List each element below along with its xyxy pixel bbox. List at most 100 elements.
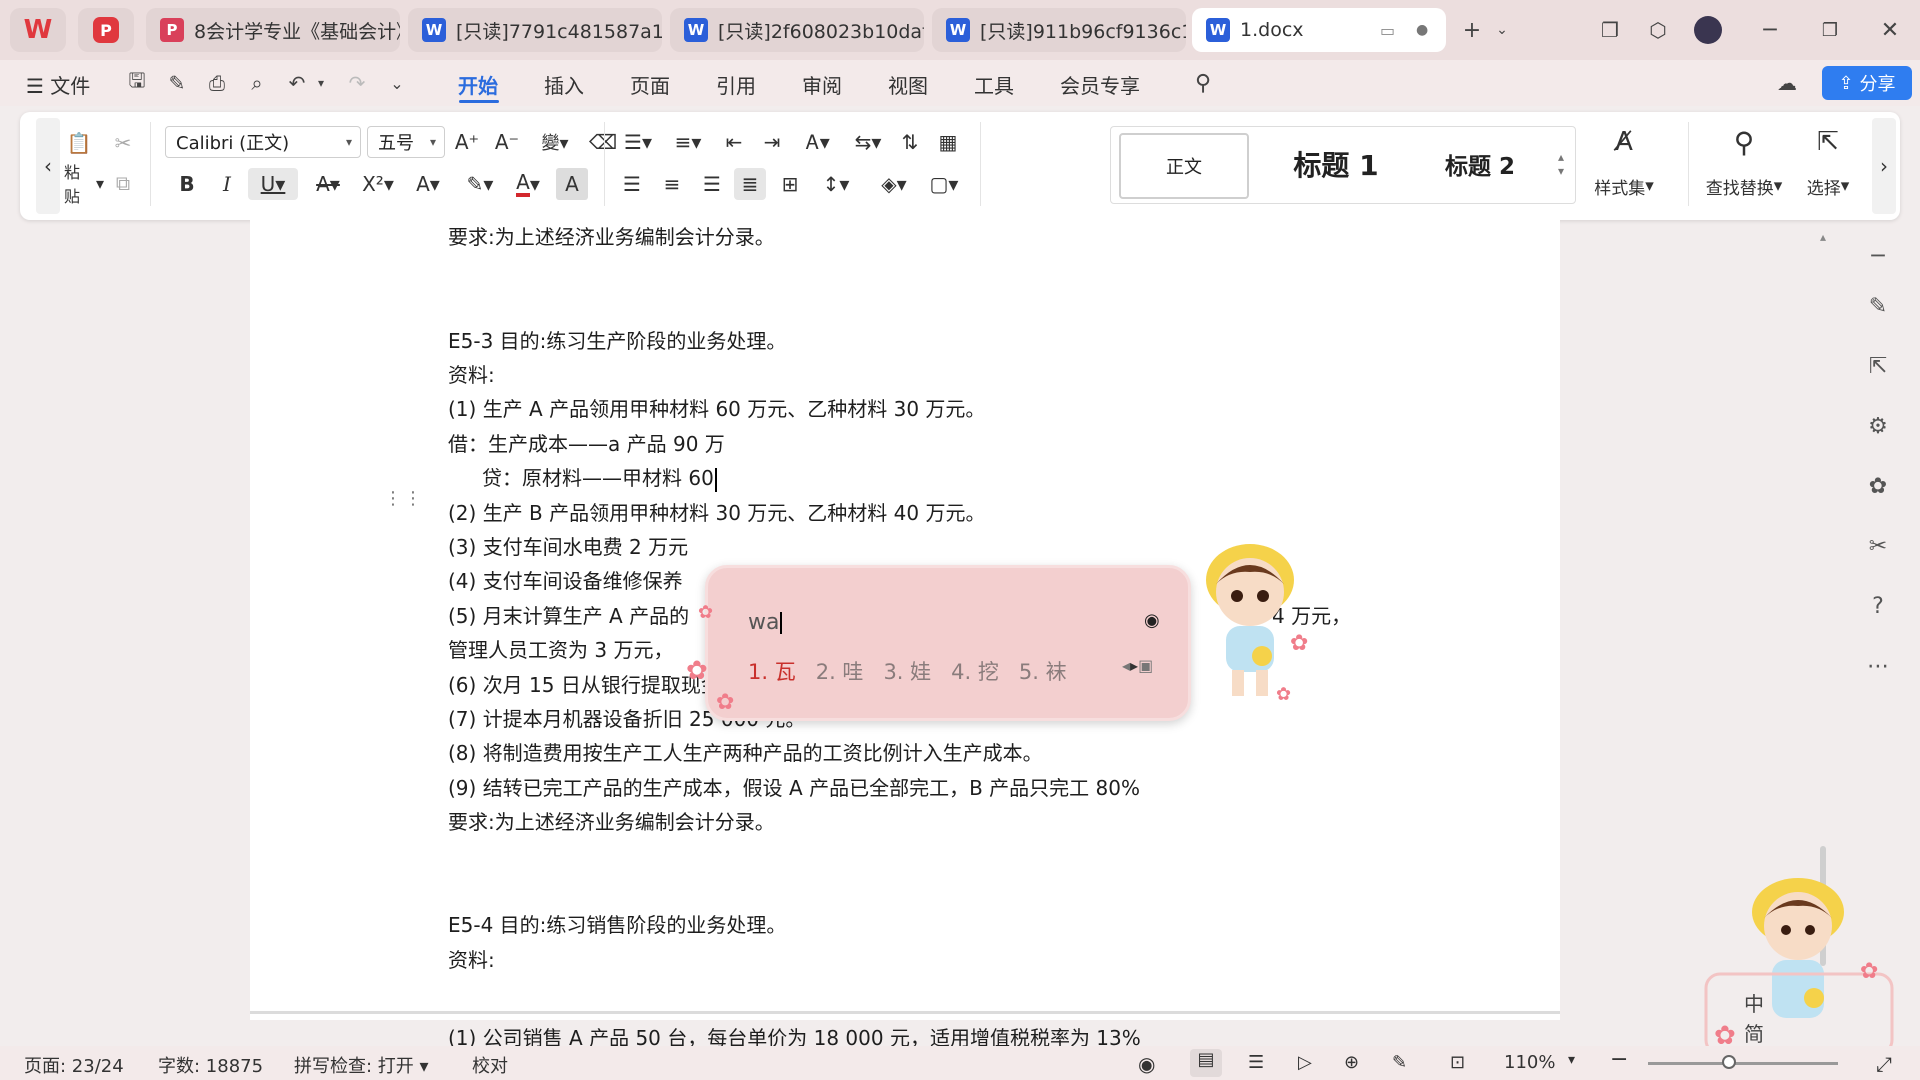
bullet-list-icon[interactable]: ☰▾ (616, 126, 660, 158)
tab-doc-1[interactable]: P 8会计学专业《基础会计》 (146, 8, 400, 52)
strikethrough-icon[interactable]: A▾ (306, 168, 350, 200)
prev-page-icon[interactable]: ◂ (1122, 656, 1130, 675)
cube-icon[interactable]: ⬡ (1642, 14, 1674, 46)
table-grid-icon[interactable]: ▦ (932, 126, 964, 158)
write-mode-icon[interactable]: ✎ (1392, 1052, 1407, 1073)
web-view-icon[interactable]: ⊕ (1344, 1052, 1359, 1073)
tab-doc-3[interactable]: W [只读]2f608023b10daf (670, 8, 924, 52)
share-button[interactable]: ⇪ 分享 (1822, 66, 1912, 100)
ime-status-widget[interactable]: ✿ ✿ 中 简 (1700, 868, 1896, 1058)
tab-member[interactable]: 会员专享 (1060, 70, 1140, 99)
more-icon[interactable]: ⋯ (1836, 650, 1920, 682)
increase-indent-icon[interactable]: ⇥ (756, 126, 788, 158)
tab-doc-4[interactable]: W [只读]911b96cf9136c1 (932, 8, 1186, 52)
print-icon[interactable]: ⎙ (204, 70, 230, 96)
spell-check-toggle[interactable]: 拼写检查: 打开 ▾ (294, 1052, 429, 1078)
doc-line[interactable]: 借：生产成本——a 产品 90 万 (448, 428, 725, 457)
font-color-icon[interactable]: A ▾ (506, 168, 550, 200)
justify-icon[interactable]: ≣ (734, 168, 766, 200)
tab-doc-active[interactable]: W 1.docx ▭ ● (1192, 8, 1446, 52)
doc-line[interactable]: (5) 月末计算生产 A 产品的 (448, 600, 689, 629)
undo-dropdown-icon[interactable]: ▾ (308, 70, 334, 96)
doc-line[interactable]: 资料: (448, 359, 495, 388)
doc-line[interactable]: (3) 支付车间水电费 2 万元 (448, 531, 688, 560)
zoom-slider[interactable] (1648, 1062, 1838, 1065)
doc-line[interactable]: 贷：原材料——甲材料 60 (482, 462, 717, 492)
style-normal[interactable]: 正文 (1119, 133, 1249, 199)
numbered-list-icon[interactable]: ≡▾ (666, 126, 710, 158)
style-heading-1[interactable]: 标题 1 (1261, 133, 1411, 195)
print-preview-icon[interactable]: ⌕ (244, 70, 270, 96)
proofread-button[interactable]: 校对 (472, 1052, 508, 1078)
minimize-icon[interactable]: ─ (1754, 14, 1786, 46)
zoom-slider-knob[interactable] (1722, 1055, 1736, 1069)
window-switch-icon[interactable]: ❐ (1594, 14, 1626, 46)
expand-icon[interactable]: ▣ (1138, 656, 1153, 675)
style-set-icon[interactable]: A̸ (1592, 122, 1656, 162)
bold-icon[interactable]: B (170, 168, 204, 200)
ime-candidate[interactable]: 1. 瓦 (748, 656, 796, 686)
format-painter-icon[interactable]: ✎ (164, 70, 190, 96)
tab-insert[interactable]: 插入 (544, 70, 584, 99)
page-view-icon[interactable]: ▤ (1190, 1049, 1222, 1077)
next-page-icon[interactable]: ▸ (1130, 656, 1138, 675)
word-count[interactable]: 字数: 18875 (158, 1052, 263, 1078)
redo-icon[interactable]: ↷ (344, 70, 370, 96)
search-icon[interactable]: ⚲ (1190, 70, 1216, 96)
ime-candidate[interactable]: 2. 哇 (816, 656, 864, 686)
char-shading-icon[interactable]: A (556, 168, 588, 200)
select-cursor-icon[interactable]: ⇱ (1804, 122, 1852, 162)
ime-mode-chinese[interactable]: 中 (1744, 988, 1764, 1017)
doc-line[interactable]: 资料: (448, 944, 495, 973)
save-icon[interactable]: 🖫 (124, 68, 150, 96)
fullscreen-icon[interactable]: ⤢ (1876, 1052, 1892, 1076)
decrease-font-icon[interactable]: A⁻ (490, 126, 524, 158)
highlight-icon[interactable]: ✎▾ (458, 168, 502, 200)
page-indicator[interactable]: 页面: 23/24 (24, 1052, 124, 1078)
drag-handle-icon[interactable]: ⋮⋮ (384, 490, 424, 508)
eye-protection-icon[interactable]: ◉ (1138, 1052, 1155, 1076)
file-menu[interactable]: ☰ 文件 (26, 70, 90, 99)
tools-icon[interactable]: ✂ (1836, 530, 1920, 562)
paste-icon[interactable]: 📋 (64, 128, 94, 158)
unsaved-dot-icon[interactable]: ● (1416, 22, 1428, 38)
clear-format-icon[interactable]: ⌫ (586, 126, 620, 158)
underline-icon[interactable]: U▾ (248, 168, 298, 200)
ime-pager[interactable]: ◂▸▣ (1122, 656, 1153, 675)
tab-doc-2[interactable]: W [只读]7791c481587a17 (408, 8, 662, 52)
align-center-icon[interactable]: ≡ (656, 168, 688, 200)
fit-page-icon[interactable]: ⊡ (1450, 1052, 1465, 1073)
tab-review[interactable]: 审阅 (802, 70, 842, 99)
doc-line[interactable]: (1) 生产 A 产品领用甲种材料 60 万元、乙种材料 30 万元。 (448, 393, 985, 422)
adjust-icon[interactable]: ⚙ (1836, 410, 1920, 442)
style-heading-2[interactable]: 标题 2 (1415, 133, 1545, 195)
style-scroll-icon[interactable]: ▴ ▾ (1551, 131, 1571, 197)
tab-page[interactable]: 页面 (630, 70, 670, 99)
new-tab-plus-icon[interactable]: + (1456, 14, 1488, 46)
outline-view-icon[interactable]: ☰ (1248, 1052, 1264, 1073)
pen-icon[interactable]: ✎ (1836, 290, 1920, 322)
ribbon-scroll-right-icon[interactable]: › (1872, 118, 1896, 214)
avatar[interactable] (1692, 14, 1724, 46)
doc-line[interactable]: 管理人员工资为 3 万元， (448, 634, 673, 663)
sort-icon[interactable]: ⇅ (894, 126, 926, 158)
cursor-icon[interactable]: ⇱ (1836, 350, 1920, 382)
increase-font-icon[interactable]: A⁺ (450, 126, 484, 158)
doc-line[interactable]: 要求:为上述经济业务编制会计分录。 (448, 221, 775, 250)
pdf-app-icon[interactable]: P (78, 8, 134, 52)
distributed-icon[interactable]: ⊞ (774, 168, 806, 200)
cloud-icon[interactable]: ☁ (1774, 70, 1800, 96)
wps-logo-icon[interactable]: W (10, 8, 66, 52)
paste-dropdown[interactable]: 粘贴 ▾ (64, 163, 104, 206)
tab-references[interactable]: 引用 (716, 70, 756, 99)
find-replace-icon[interactable]: ⚲ (1714, 122, 1774, 162)
ime-candidate[interactable]: 3. 娃 (883, 656, 931, 686)
doc-line[interactable]: E5-4 目的:练习销售阶段的业务处理。 (448, 909, 786, 938)
ribbon-scroll-left-icon[interactable]: ‹ (36, 118, 60, 214)
style-set-button[interactable]: 样式集 ▾ (1572, 172, 1676, 200)
zoom-out-icon[interactable]: − (1610, 1047, 1628, 1072)
ime-candidate[interactable]: 5. 袜 (1019, 656, 1067, 686)
monitor-icon[interactable]: ▭ (1380, 21, 1395, 40)
help-icon[interactable]: ? (1836, 590, 1920, 622)
text-direction-icon[interactable]: Ꭺ▾ (796, 126, 840, 158)
